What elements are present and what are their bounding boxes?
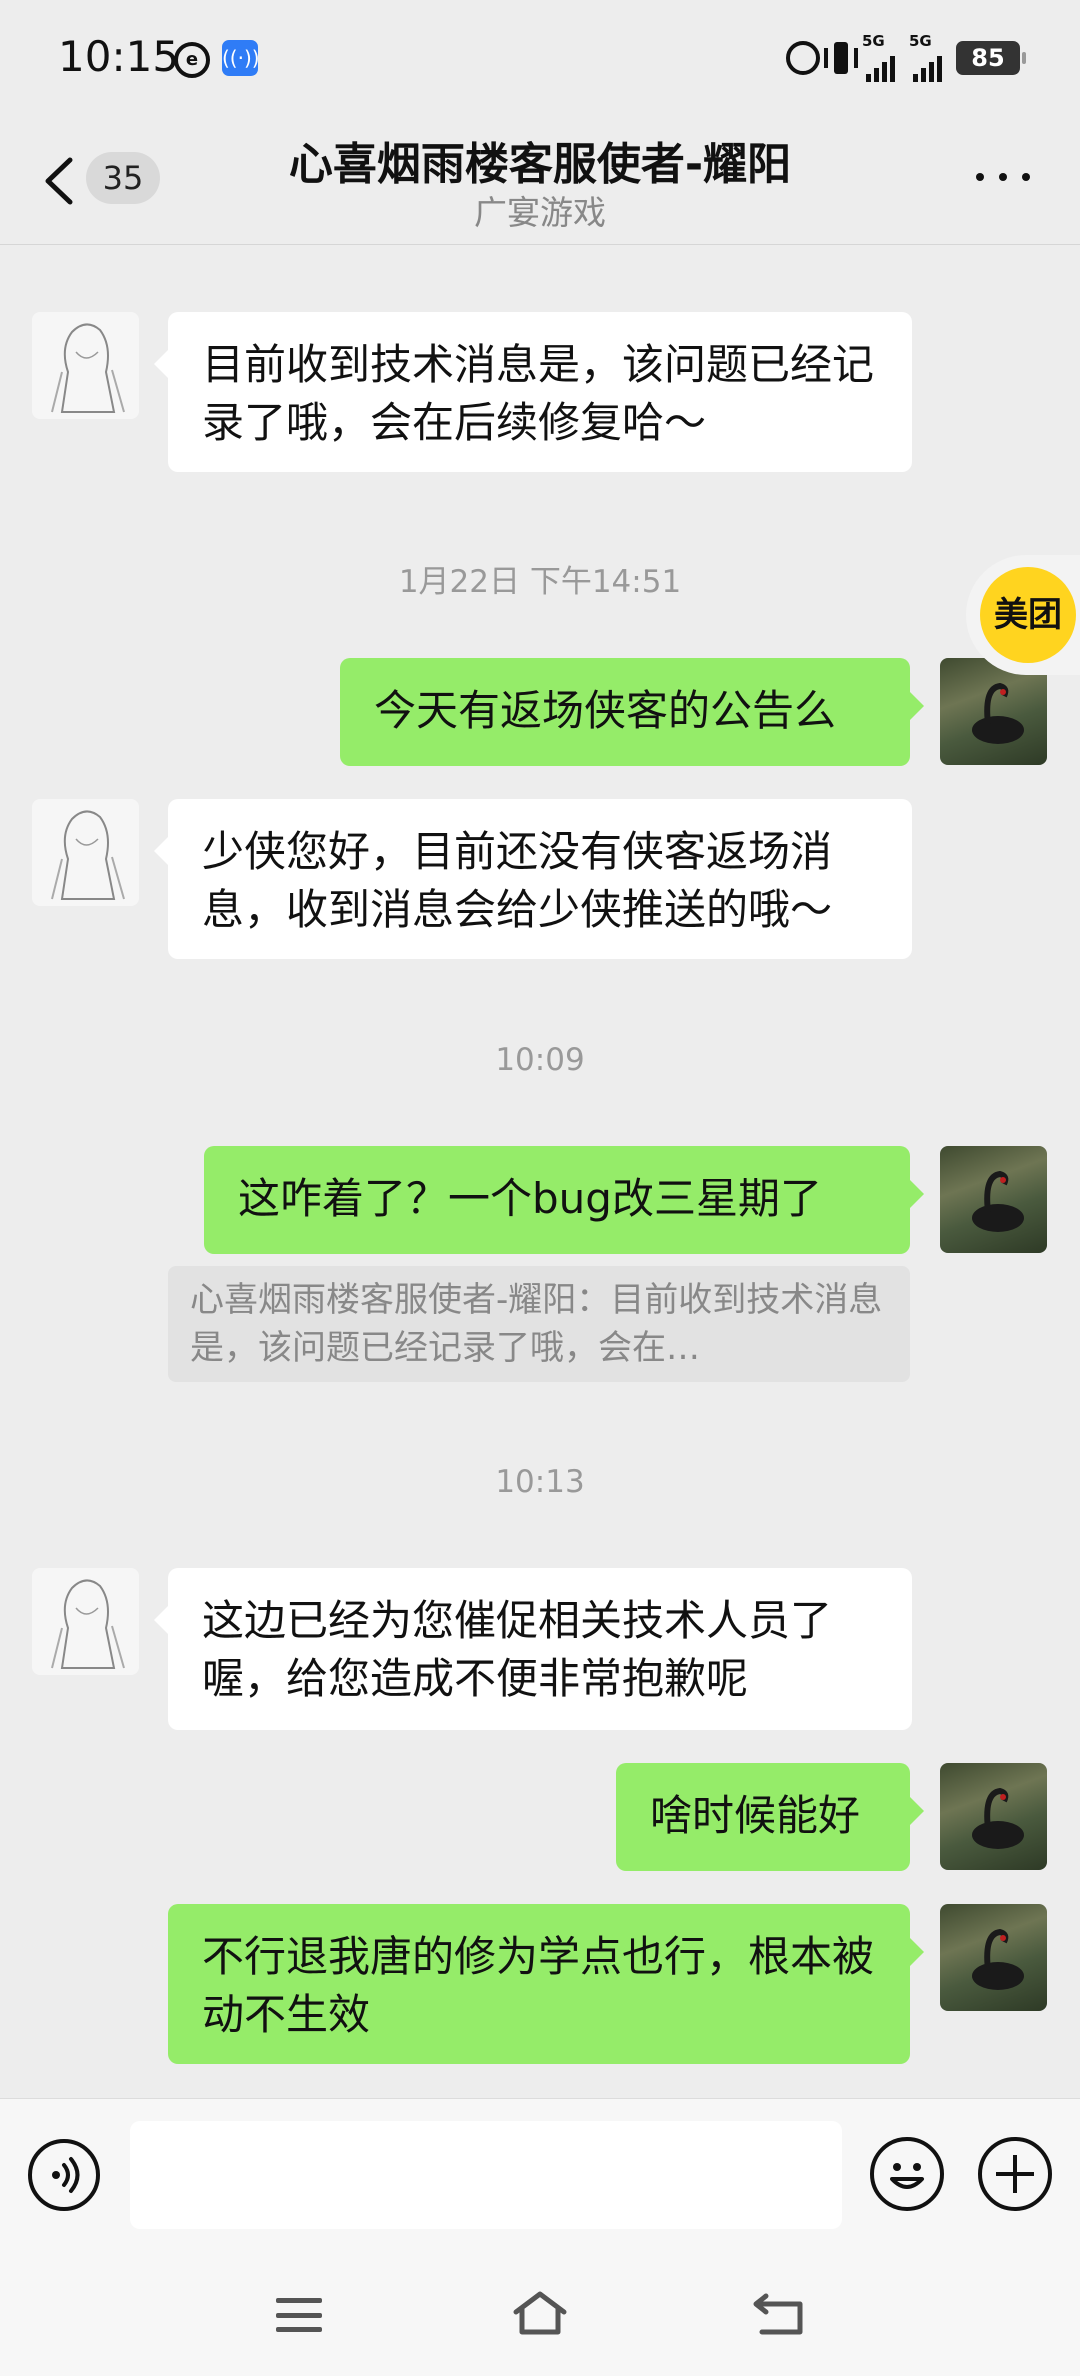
hotspot-icon: ((·)) — [222, 40, 260, 76]
message-bubble[interactable]: 不行退我唐的修为学点也行，根本被动不生效 — [168, 1904, 924, 2064]
message-bubble[interactable]: 这边已经为您催促相关技术人员了喔，给您造成不便非常抱歉呢 — [154, 1568, 912, 1730]
agent-avatar[interactable] — [32, 1568, 139, 1675]
message-bubble[interactable]: 今天有返场侠客的公告么 — [340, 658, 924, 766]
message-bubble[interactable]: 啥时候能好 — [616, 1763, 924, 1871]
timestamp: 10:13 — [495, 1464, 585, 1500]
quoted-message[interactable]: 心喜烟雨楼客服使者-耀阳：目前收到技术消息是，该问题已经记录了哦，会在… — [168, 1266, 910, 1382]
vibrate-icon — [824, 42, 858, 74]
system-nav-bar — [0, 2250, 1080, 2376]
my-avatar[interactable] — [940, 1146, 1047, 1253]
agent-avatar[interactable] — [32, 799, 139, 906]
message-bubble[interactable]: 少侠您好，目前还没有侠客返场消息，收到消息会给少侠推送的哦～ — [154, 799, 912, 959]
home-icon[interactable] — [512, 2290, 568, 2336]
timestamp: 1月22日 下午14:51 — [398, 564, 682, 600]
status-time: 10:15 — [58, 32, 180, 81]
status-bar: 10:15 e ((·)) 5G 5G 85 — [0, 0, 1080, 118]
sim-icon: e — [174, 42, 210, 78]
chat-title: 心喜烟雨楼客服使者-耀阳 — [288, 139, 792, 190]
alarm-icon — [786, 41, 820, 75]
chat-subtitle: 广宴游戏 — [474, 193, 606, 232]
plus-icon[interactable] — [978, 2137, 1052, 2211]
meituan-floating-button[interactable]: 美团 — [966, 555, 1080, 675]
agent-avatar[interactable] — [32, 312, 139, 419]
my-avatar[interactable] — [940, 1904, 1047, 2011]
my-avatar[interactable] — [940, 1763, 1047, 1870]
chat-header: 35 心喜烟雨楼客服使者-耀阳 广宴游戏 — [0, 118, 1080, 245]
meituan-label: 美团 — [980, 567, 1076, 663]
message-bubble[interactable]: 目前收到技术消息是，该问题已经记录了哦，会在后续修复哈～ — [154, 312, 912, 472]
back-nav-icon[interactable] — [752, 2290, 806, 2336]
signal-icon: 5G — [862, 32, 895, 82]
input-bar — [0, 2098, 1080, 2251]
signal-icon: 5G — [909, 32, 942, 82]
emoji-icon[interactable] — [870, 2137, 944, 2211]
more-icon[interactable] — [976, 170, 1030, 184]
menu-icon[interactable] — [276, 2298, 322, 2332]
message-bubble[interactable]: 这咋着了？一个bug改三星期了 — [204, 1146, 924, 1254]
voice-icon[interactable] — [28, 2139, 100, 2211]
timestamp: 10:09 — [495, 1042, 585, 1078]
battery-icon: 85 — [956, 41, 1026, 75]
message-input[interactable] — [130, 2121, 842, 2229]
signal-label: 5G — [862, 32, 885, 50]
signal-label: 5G — [909, 32, 932, 50]
